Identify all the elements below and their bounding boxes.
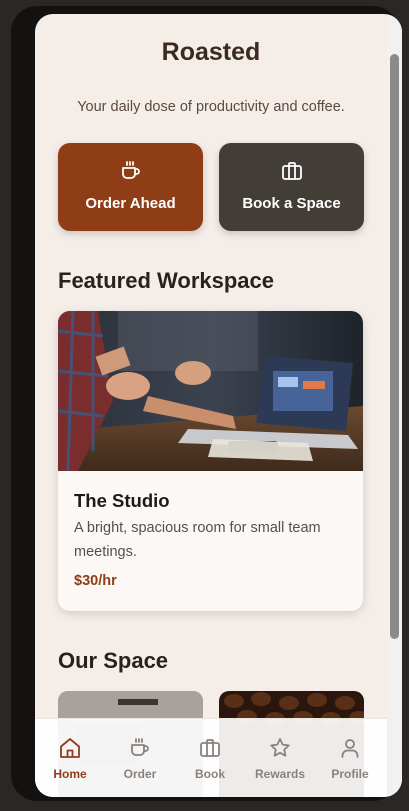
workspace-name: The Studio: [74, 490, 170, 511]
nav-home[interactable]: Home: [35, 719, 105, 797]
app-title: Roasted: [161, 38, 261, 66]
workspace-price: $30/hr: [74, 573, 117, 589]
nav-rewards-label: Rewards: [254, 767, 306, 781]
workspace-photo: [58, 311, 363, 471]
featured-section-title: Featured Workspace: [58, 268, 275, 293]
nav-profile[interactable]: Profile: [315, 719, 385, 797]
app-screen: Roasted Your daily dose of productivity …: [35, 14, 402, 797]
order-ahead-button[interactable]: Order Ahead: [58, 143, 203, 231]
coffee-cup-icon: [122, 161, 140, 179]
nav-rewards[interactable]: Rewards: [245, 719, 315, 797]
star-icon: [270, 738, 290, 757]
book-space-button[interactable]: Book a Space: [219, 143, 364, 231]
book-space-label: Book a Space: [242, 195, 341, 212]
nav-order-label: Order: [123, 767, 157, 781]
briefcase-icon: [200, 739, 220, 757]
our-space-section-title: Our Space: [58, 648, 169, 673]
scrollbar-thumb[interactable]: [390, 54, 399, 639]
coffee-cup-icon: [131, 738, 149, 756]
nav-order[interactable]: Order: [105, 719, 175, 797]
nav-home-label: Home: [53, 767, 87, 781]
briefcase-icon: [282, 162, 302, 180]
main-content: Roasted Your daily dose of productivity …: [35, 14, 387, 797]
tagline: Your daily dose of productivity and coff…: [77, 99, 345, 115]
nav-profile-label: Profile: [331, 767, 369, 781]
nav-book[interactable]: Book: [175, 719, 245, 797]
order-ahead-label: Order Ahead: [85, 195, 176, 212]
home-icon: [60, 738, 80, 758]
user-icon: [341, 739, 359, 758]
phone-frame: Roasted Your daily dose of productivity …: [11, 6, 402, 801]
workspace-description: A bright, spacious room for small team m…: [74, 520, 321, 560]
featured-workspace-card[interactable]: The Studio A bright, spacious room for s…: [58, 311, 363, 611]
bottom-navigation: Home Order Book Rewards Profile: [35, 718, 387, 797]
nav-book-label: Book: [195, 767, 225, 781]
